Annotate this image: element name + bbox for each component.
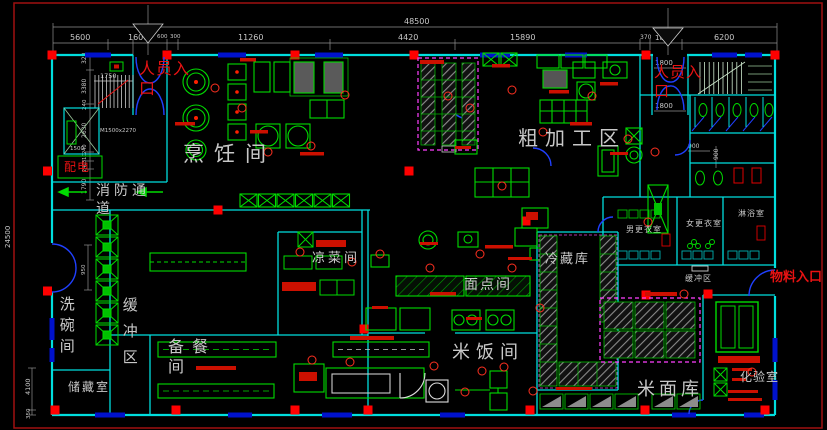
rice-flour-store-shelves [600, 292, 700, 362]
fire-passage-arrows [59, 188, 163, 196]
dim-total-width: 48500 [404, 17, 429, 26]
door-entrance-left-inner [136, 89, 164, 115]
cold-dish-equipment [282, 232, 354, 295]
lab-equipment [714, 302, 762, 401]
svg-text:300: 300 [170, 34, 181, 40]
floorplan-drawing: 48500 5600 1600 600 300 11260 4420 15890… [0, 0, 827, 430]
svg-text:370: 370 [640, 34, 652, 41]
food-prep-counters [158, 342, 276, 398]
svg-text:5600: 5600 [70, 33, 90, 42]
dishwash-shelf-stack [96, 215, 118, 345]
svg-text:310: 310 [82, 153, 88, 163]
prep-table-row [240, 194, 350, 207]
svg-text:6200: 6200 [714, 33, 734, 42]
toilet-fixtures [695, 97, 773, 185]
cad-floorplan-canvas[interactable]: 48500 5600 1600 600 300 11260 4420 15890… [0, 0, 827, 430]
svg-text:3380: 3380 [81, 79, 88, 94]
svg-text:900: 900 [713, 148, 720, 160]
power-room-box [58, 156, 102, 178]
dim-total-height: 24500 [4, 226, 12, 248]
changing-room-lockers [607, 210, 765, 271]
svg-text:11260: 11260 [238, 33, 263, 42]
svg-text:4420: 4420 [398, 33, 418, 42]
svg-text:240: 240 [82, 144, 88, 154]
svg-text:350: 350 [26, 408, 32, 419]
svg-text:4100: 4100 [24, 378, 32, 395]
svg-text:950: 950 [81, 264, 87, 275]
svg-text:600: 600 [157, 34, 168, 40]
label-box-top-left [110, 62, 123, 71]
door-left-wall [52, 244, 76, 292]
svg-text:240: 240 [82, 162, 88, 172]
elevator-tag: M1500x2270 [100, 128, 136, 134]
dry-storage-room [418, 58, 478, 152]
door-material-entrance [749, 270, 775, 296]
pastry-equipment [366, 228, 546, 330]
doors [52, 57, 775, 414]
svg-text:15890: 15890 [510, 33, 535, 42]
cooking-equipment [150, 58, 548, 271]
door-entrance-left-outer [136, 57, 164, 83]
rice-room-equipment [294, 336, 507, 410]
rough-processing-equipment [455, 53, 668, 233]
stairs-top-right [698, 62, 772, 94]
